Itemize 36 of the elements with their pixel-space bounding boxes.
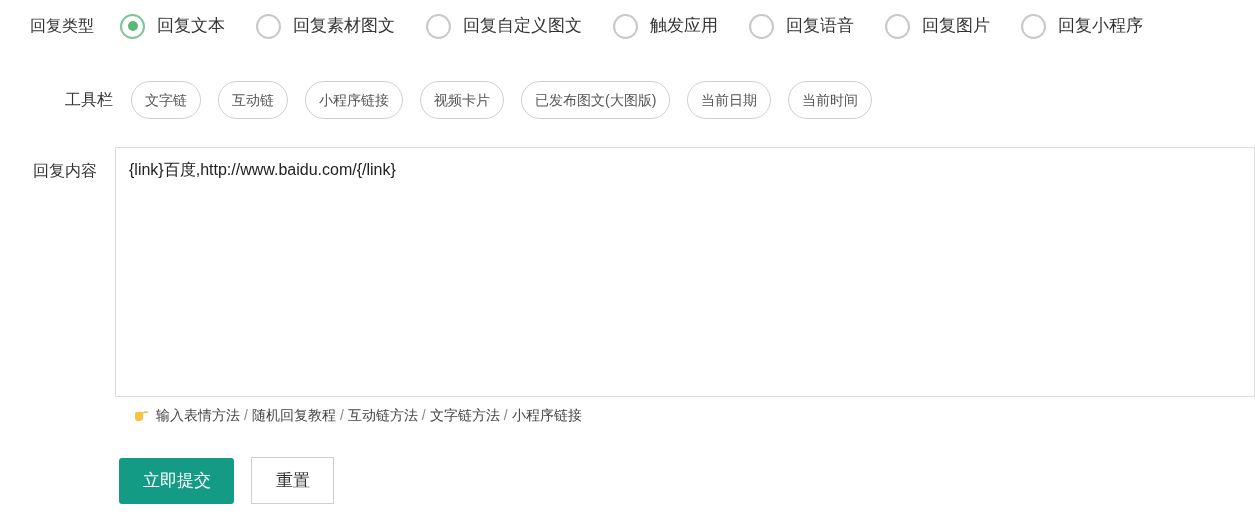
radio-icon — [256, 13, 281, 39]
toolbar-button[interactable]: 视频卡片 — [420, 81, 504, 119]
help-link[interactable]: 输入表情方法 — [156, 404, 240, 426]
toolbar-button[interactable]: 已发布图文(大图版) — [521, 81, 671, 119]
link-separator: / — [244, 405, 248, 425]
radio-option[interactable]: 触发应用 — [613, 13, 718, 39]
field-label: 回复类型 — [30, 16, 95, 36]
radio-icon — [1021, 13, 1046, 39]
help-link[interactable]: 文字链方法 — [429, 404, 500, 426]
radio-icon — [613, 13, 638, 39]
link-separator: / — [339, 405, 344, 425]
toolbar-button[interactable]: 文字链 — [131, 81, 201, 119]
radio-option[interactable]: 回复小程序 — [1021, 13, 1143, 39]
link-separator: / — [421, 405, 426, 425]
toolbar-button[interactable]: 小程序链接 — [305, 81, 403, 119]
help-link[interactable]: 互动链方法 — [347, 404, 418, 426]
radio-option[interactable]: 回复图片 — [885, 13, 990, 39]
help-link[interactable]: 小程序链接 — [511, 404, 582, 426]
toolbar-button[interactable]: 互动链 — [218, 81, 288, 119]
pointing-hand-icon — [133, 408, 149, 422]
radio-icon — [885, 13, 910, 39]
radio-icon — [749, 13, 774, 39]
radio-option[interactable]: 回复文本 — [120, 13, 225, 39]
radio-icon — [426, 13, 451, 39]
reset-button[interactable]: 重置 — [251, 457, 334, 504]
help-link[interactable]: 随机回复教程 — [251, 404, 336, 426]
radio-option[interactable]: 回复素材图文 — [256, 13, 395, 39]
reply-content-field[interactable]: {link}百度,http://www.baidu.com/{/link} — [115, 147, 1255, 397]
radio-option[interactable]: 回复语音 — [749, 13, 854, 39]
link-separator: / — [503, 405, 508, 425]
toolbar-button[interactable]: 当前时间 — [788, 81, 873, 119]
field-label: 回复内容 — [33, 162, 97, 179]
radio-icon — [120, 13, 145, 39]
radio-option[interactable]: 回复自定义图文 — [426, 13, 582, 39]
toolbar-button[interactable]: 当前日期 — [687, 81, 772, 119]
field-label: 工具栏 — [65, 91, 113, 108]
